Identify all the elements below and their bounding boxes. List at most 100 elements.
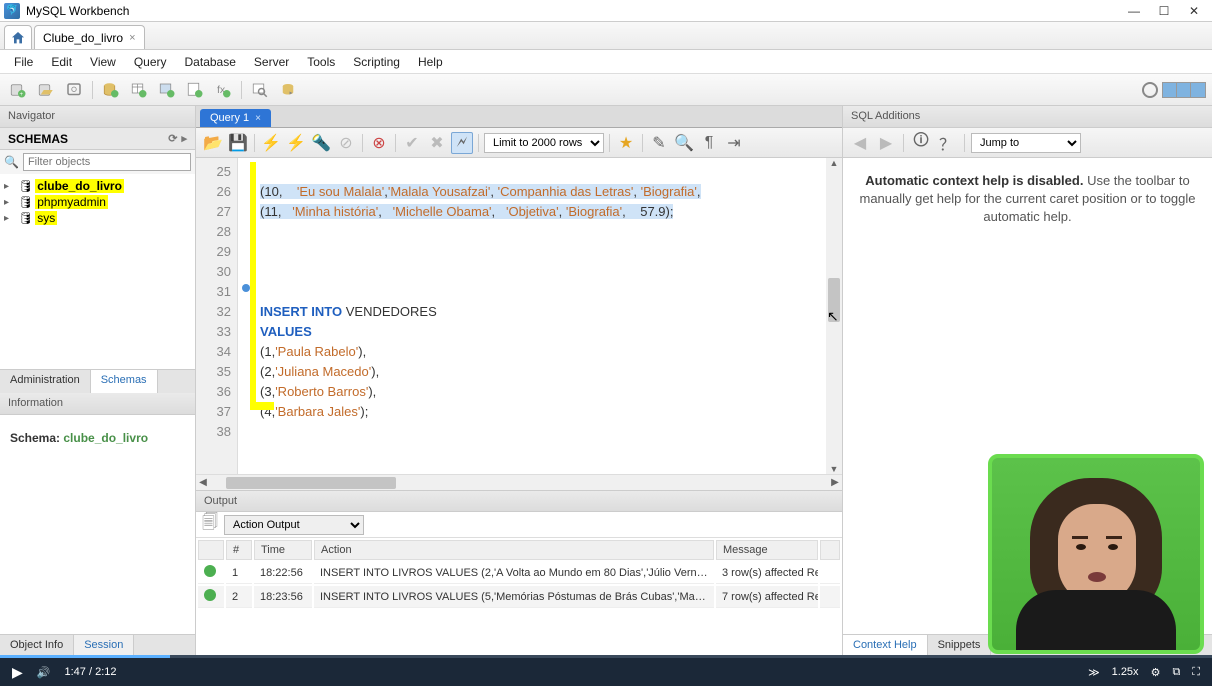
left-panel-toggle[interactable] xyxy=(1163,83,1177,97)
window-title: MySQL Workbench xyxy=(26,4,1128,18)
find-button[interactable]: 🔍 xyxy=(673,132,695,154)
menu-view[interactable]: View xyxy=(82,53,124,71)
panel-toggle[interactable] xyxy=(1162,82,1206,98)
query-panel: Query 1 × 📂 💾 ⚡ ⚡ 🔦 ⊘ ⊗ ✔ ✖ 🗲 Limit to xyxy=(196,106,842,658)
sql-editor[interactable]: 2526272829303132333435363738 (10, 'Eu so… xyxy=(196,158,842,474)
schema-label: sys xyxy=(35,211,57,225)
output-row[interactable]: 2 18:23:56 INSERT INTO LIVROS VALUES (5,… xyxy=(198,586,840,608)
row-limit-select[interactable]: Limit to 2000 rows xyxy=(484,133,604,153)
menu-database[interactable]: Database xyxy=(177,53,244,71)
manual-help-button[interactable]: ？ xyxy=(936,132,958,154)
execute-button[interactable]: ⚡ xyxy=(260,132,282,154)
schema-tree[interactable]: ▸🛢clube_do_livro ▸🛢phpmyadmin ▸🛢sys xyxy=(0,174,195,369)
output-row[interactable]: 1 18:22:56 INSERT INTO LIVROS VALUES (2,… xyxy=(198,562,840,584)
beautify-button[interactable]: ✎ xyxy=(648,132,670,154)
auto-help-button[interactable]: 🛈 xyxy=(910,132,932,154)
menu-tools[interactable]: Tools xyxy=(299,53,343,71)
reconnect-button[interactable] xyxy=(276,78,300,102)
next-button[interactable]: ≫ xyxy=(1088,666,1100,679)
explain-button[interactable]: 🔦 xyxy=(310,132,332,154)
output-type-select[interactable]: Action Output xyxy=(224,515,364,535)
close-tab-icon[interactable]: × xyxy=(129,32,135,44)
new-sql-tab-button[interactable]: + xyxy=(6,78,30,102)
create-table-button[interactable] xyxy=(127,78,151,102)
close-button[interactable]: ✕ xyxy=(1188,5,1200,17)
query-tab-1[interactable]: Query 1 × xyxy=(200,109,271,127)
forward-button[interactable]: ▶ xyxy=(875,132,897,154)
schema-item-clube[interactable]: ▸🛢clube_do_livro xyxy=(2,178,193,194)
vertical-scrollbar[interactable]: ▲ ↖ ▼ xyxy=(826,158,842,474)
create-view-button[interactable] xyxy=(155,78,179,102)
success-icon xyxy=(204,589,216,601)
menu-file[interactable]: File xyxy=(6,53,41,71)
changed-marker xyxy=(250,162,256,406)
schema-item-phpmyadmin[interactable]: ▸🛢phpmyadmin xyxy=(2,194,193,210)
execute-current-button[interactable]: ⚡ xyxy=(285,132,307,154)
create-schema-button[interactable] xyxy=(99,78,123,102)
menu-query[interactable]: Query xyxy=(126,53,175,71)
additions-header: SQL Additions xyxy=(843,106,1212,128)
open-file-button[interactable]: 📂 xyxy=(202,132,224,154)
tab-administration[interactable]: Administration xyxy=(0,370,91,393)
pip-button[interactable]: ⧉ xyxy=(1172,666,1180,679)
tab-schemas[interactable]: Schemas xyxy=(91,370,158,393)
filter-objects-input[interactable] xyxy=(23,153,191,171)
minimize-button[interactable]: — xyxy=(1128,5,1140,17)
separator xyxy=(254,134,255,152)
jump-to-select[interactable]: Jump to xyxy=(971,133,1081,153)
connection-tab-label: Clube_do_livro xyxy=(43,31,123,45)
schemas-label: SCHEMAS xyxy=(8,132,68,146)
open-inspector-button[interactable] xyxy=(62,78,86,102)
schema-item-sys[interactable]: ▸🛢sys xyxy=(2,210,193,226)
open-sql-button[interactable] xyxy=(34,78,58,102)
invisible-chars-button[interactable]: ¶ xyxy=(698,132,720,154)
menu-edit[interactable]: Edit xyxy=(43,53,80,71)
database-icon: 🛢 xyxy=(18,211,33,225)
scroll-thumb[interactable] xyxy=(226,477,396,489)
home-tab[interactable] xyxy=(4,25,32,49)
menu-scripting[interactable]: Scripting xyxy=(345,53,408,71)
favorite-button[interactable]: ★ xyxy=(615,132,637,154)
rollback-button[interactable]: ✖ xyxy=(426,132,448,154)
close-query-tab-icon[interactable]: × xyxy=(255,113,261,124)
fullscreen-button[interactable]: ⛶ xyxy=(1192,666,1200,679)
search-button[interactable] xyxy=(248,78,272,102)
home-icon xyxy=(10,30,26,46)
bottom-panel-toggle[interactable] xyxy=(1177,83,1191,97)
volume-button[interactable]: 🔊 xyxy=(37,666,51,679)
additions-toolbar: ◀ ▶ 🛈 ？ Jump to xyxy=(843,128,1212,158)
information-header: Information xyxy=(0,393,195,415)
stop-button[interactable]: ⊘ xyxy=(335,132,357,154)
navigator-panel: Navigator SCHEMAS ⟳ ▸ 🔍 ▸🛢clube_do_livro… xyxy=(0,106,196,658)
schema-label: phpmyadmin xyxy=(35,195,108,209)
separator xyxy=(92,81,93,99)
commit-button[interactable]: ✔ xyxy=(401,132,423,154)
changed-marker xyxy=(250,402,274,410)
app-logo-icon: 🐬 xyxy=(4,3,20,19)
settings-icon[interactable] xyxy=(1142,82,1158,98)
help-text-bold: Automatic context help is disabled. xyxy=(865,173,1083,188)
horizontal-scrollbar[interactable]: ◀ ▶ xyxy=(196,474,842,490)
connection-tab[interactable]: Clube_do_livro × xyxy=(34,25,145,49)
stop-on-error-button[interactable]: ⊗ xyxy=(368,132,390,154)
maximize-button[interactable]: ☐ xyxy=(1158,5,1170,17)
refresh-schemas-icon[interactable]: ⟳ xyxy=(168,132,177,145)
information-body: Schema: clube_do_livro xyxy=(0,415,195,634)
svg-text:+: + xyxy=(20,92,24,98)
back-button[interactable]: ◀ xyxy=(849,132,871,154)
code-area[interactable]: (10, 'Eu sou Malala','Malala Yousafzai',… xyxy=(238,158,842,474)
playback-speed[interactable]: 1.25x xyxy=(1112,666,1139,678)
wrap-button[interactable]: ⇥ xyxy=(723,132,745,154)
right-panel-toggle[interactable] xyxy=(1191,83,1205,97)
separator xyxy=(362,134,363,152)
play-button[interactable]: ▶ xyxy=(12,664,23,681)
collapse-icon[interactable]: ▸ xyxy=(181,132,187,145)
create-function-button[interactable]: fx xyxy=(211,78,235,102)
create-procedure-button[interactable] xyxy=(183,78,207,102)
save-file-button[interactable]: 💾 xyxy=(227,132,249,154)
menu-server[interactable]: Server xyxy=(246,53,297,71)
output-grid[interactable]: #TimeActionMessage 1 18:22:56 INSERT INT… xyxy=(196,538,842,658)
settings-button[interactable]: ⚙ xyxy=(1151,666,1161,679)
autocommit-button[interactable]: 🗲 xyxy=(451,132,473,154)
menu-help[interactable]: Help xyxy=(410,53,451,71)
